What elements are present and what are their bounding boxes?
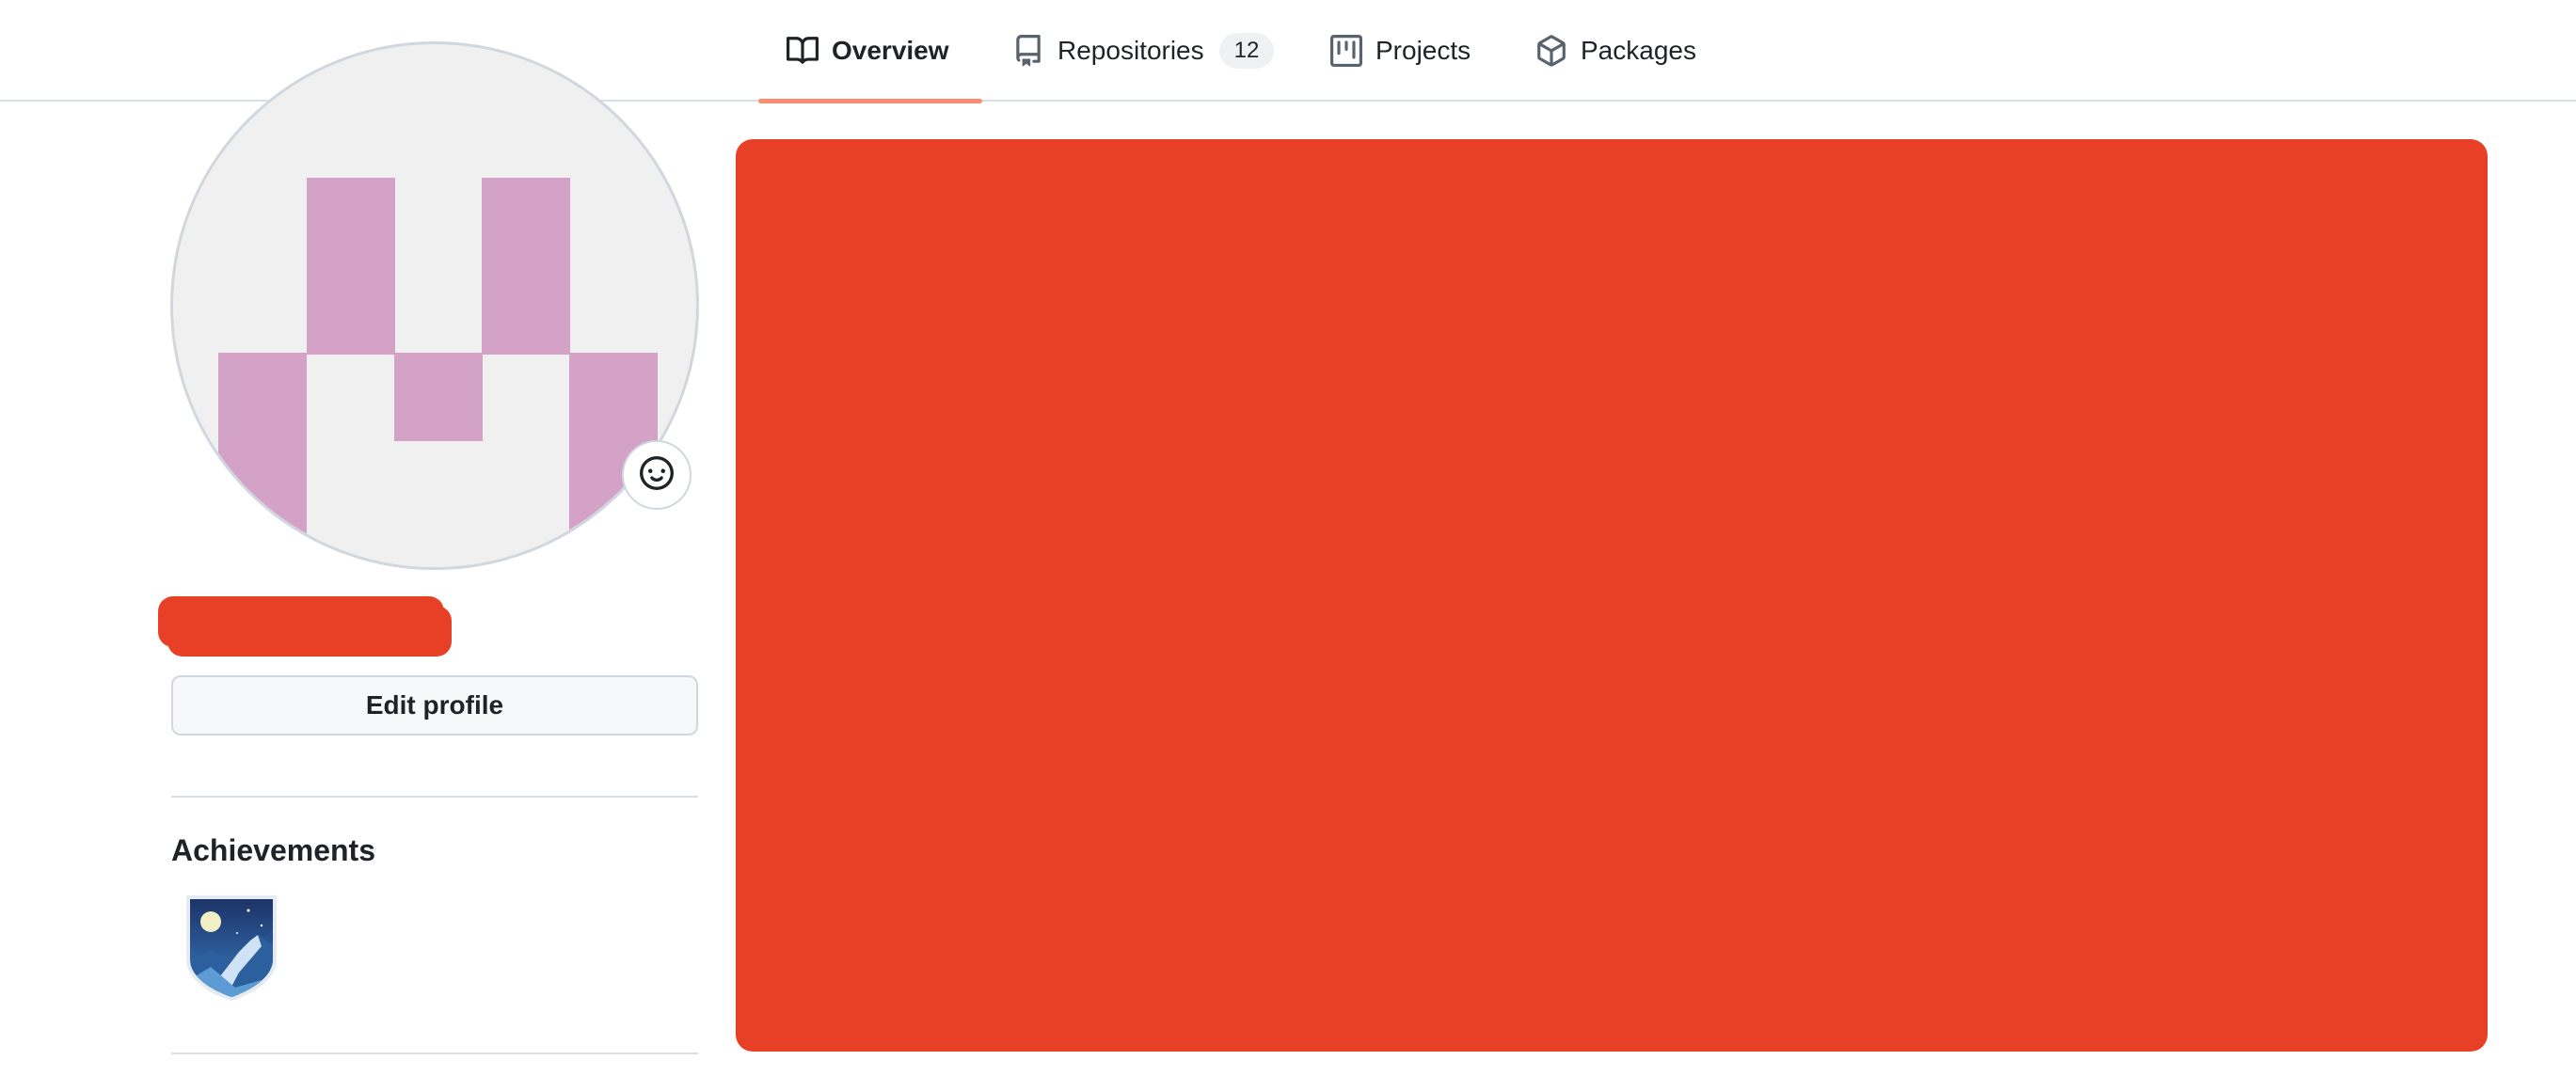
active-tab-underline bbox=[758, 99, 982, 103]
repo-icon bbox=[1012, 35, 1044, 67]
smiley-icon bbox=[640, 455, 674, 495]
avatar[interactable] bbox=[170, 41, 699, 570]
profile-name-redaction bbox=[158, 596, 452, 657]
achievements-heading: Achievements bbox=[171, 833, 375, 867]
package-icon bbox=[1535, 35, 1567, 67]
tab-repositories-label: Repositories bbox=[1057, 36, 1204, 65]
achievement-badge-icon[interactable] bbox=[183, 894, 280, 1001]
tab-overview-label: Overview bbox=[832, 36, 949, 65]
book-icon bbox=[787, 35, 819, 67]
main-content-redaction bbox=[736, 139, 2488, 1052]
sidebar-divider bbox=[171, 1052, 698, 1054]
tab-packages[interactable]: Packages bbox=[1535, 0, 1696, 102]
set-status-button[interactable] bbox=[622, 440, 692, 510]
tab-repositories[interactable]: Repositories 12 bbox=[1012, 0, 1275, 102]
tab-packages-label: Packages bbox=[1581, 36, 1696, 65]
tab-projects-label: Projects bbox=[1375, 36, 1471, 65]
tab-projects[interactable]: Projects bbox=[1330, 0, 1471, 102]
edit-profile-button[interactable]: Edit profile bbox=[171, 675, 698, 736]
repositories-count-badge: 12 bbox=[1218, 33, 1275, 69]
sidebar-divider bbox=[171, 796, 698, 798]
project-icon bbox=[1330, 35, 1362, 67]
tab-overview[interactable]: Overview bbox=[758, 0, 982, 103]
identicon-pattern bbox=[218, 178, 658, 567]
avatar-container bbox=[170, 41, 699, 570]
